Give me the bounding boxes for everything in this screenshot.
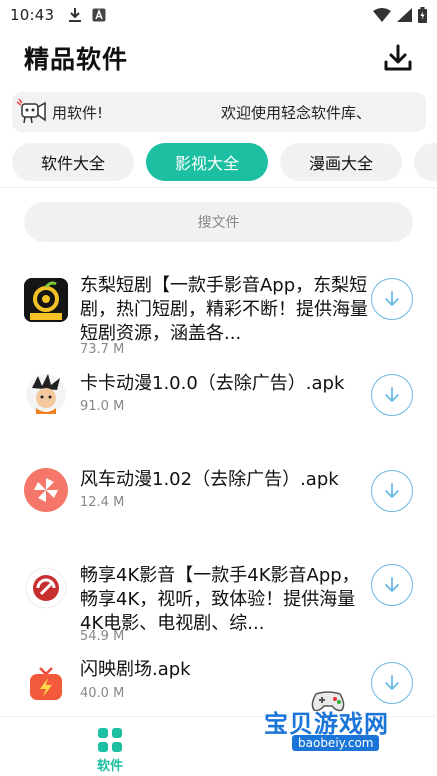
status-bar: 10:43 bbox=[0, 0, 437, 30]
kaka-anime-icon bbox=[24, 372, 68, 416]
signal-icon bbox=[397, 8, 412, 22]
pinwheel-icon bbox=[24, 468, 68, 512]
file-name: 畅享4K影音【一款手4K影音App，畅享4K，视听，致体验！提供海量4K电影、电… bbox=[80, 565, 360, 634]
announcement-icon bbox=[12, 92, 52, 132]
file-size: 73.7 M bbox=[80, 342, 125, 357]
status-system-icons bbox=[373, 7, 427, 23]
notice-text-part: 用软件! bbox=[52, 103, 104, 122]
notice-text-part: 欢迎使用轻念软件库、 bbox=[221, 103, 372, 122]
download-arrow-icon bbox=[385, 483, 399, 498]
file-name: 东梨短剧【一款手影音App，东梨短剧，热门短剧，精彩不断！提供海量短剧资源，涵盖… bbox=[80, 275, 368, 344]
file-size: 91.0 M bbox=[80, 399, 125, 414]
dongli-app-icon bbox=[24, 278, 68, 322]
list-item[interactable]: 东梨短剧【一款手影音App，东梨短剧，热门短剧，精彩不断！提供海量短剧资源，涵盖… bbox=[0, 270, 437, 362]
list-item[interactable]: 风车动漫1.02（去除广告）.apk 12.4 M bbox=[0, 464, 437, 520]
status-time: 10:43 bbox=[10, 6, 55, 24]
watermark-logo: 宝贝游戏网 baobeiy.com bbox=[264, 690, 434, 770]
search-input[interactable]: 搜文件 bbox=[24, 202, 413, 242]
download-button[interactable] bbox=[371, 564, 413, 606]
download-button[interactable] bbox=[371, 470, 413, 512]
download-arrow-icon bbox=[385, 387, 399, 402]
file-size: 54.9 M bbox=[80, 629, 125, 644]
tab-comics[interactable]: 漫画大全 bbox=[280, 143, 402, 181]
tab-more[interactable] bbox=[414, 143, 437, 181]
tab-video[interactable]: 影视大全 bbox=[146, 143, 268, 181]
status-notification-icons bbox=[68, 7, 106, 23]
nav-software[interactable]: 软件 bbox=[84, 727, 136, 774]
watermark-title: 宝贝游戏网 bbox=[264, 710, 389, 738]
nav-label: 软件 bbox=[96, 759, 123, 774]
page-title: 精品软件 bbox=[24, 45, 129, 74]
download-icon bbox=[384, 44, 412, 71]
wifi-icon bbox=[373, 8, 391, 22]
list-item[interactable]: 卡卡动漫1.0.0（去除广告）.apk 91.0 M bbox=[0, 368, 437, 424]
notice-bar[interactable]: 用软件! 欢迎使用轻念软件库、 bbox=[12, 92, 426, 132]
shanying-tv-icon bbox=[24, 662, 68, 706]
app-header: 精品软件 bbox=[0, 30, 437, 86]
file-name: 闪映剧场.apk bbox=[80, 659, 191, 680]
category-tabs: 软件大全 影视大全 漫画大全 bbox=[0, 143, 437, 183]
divider bbox=[0, 187, 437, 188]
grid-apps-icon bbox=[98, 728, 122, 752]
downloads-button[interactable] bbox=[381, 41, 415, 75]
file-name: 卡卡动漫1.0.0（去除广告）.apk bbox=[80, 373, 345, 394]
app-notification-icon bbox=[92, 8, 106, 22]
download-arrow-icon bbox=[385, 577, 399, 592]
download-notification-icon bbox=[69, 8, 82, 22]
download-button[interactable] bbox=[371, 374, 413, 416]
watermark-url: baobeiy.com bbox=[292, 735, 380, 751]
tab-software[interactable]: 软件大全 bbox=[12, 143, 134, 181]
download-button[interactable] bbox=[371, 278, 413, 320]
download-arrow-icon bbox=[385, 291, 399, 306]
file-size: 12.4 M bbox=[80, 495, 125, 510]
notice-text: 用软件! 欢迎使用轻念软件库、 bbox=[52, 102, 371, 123]
changxiang-icon bbox=[24, 566, 68, 610]
file-size: 40.0 M bbox=[80, 686, 125, 701]
battery-icon bbox=[418, 7, 427, 23]
list-item[interactable]: 畅享4K影音【一款手4K影音App，畅享4K，视听，致体验！提供海量4K电影、电… bbox=[0, 562, 437, 648]
file-name: 风车动漫1.02（去除广告）.apk bbox=[80, 469, 339, 490]
